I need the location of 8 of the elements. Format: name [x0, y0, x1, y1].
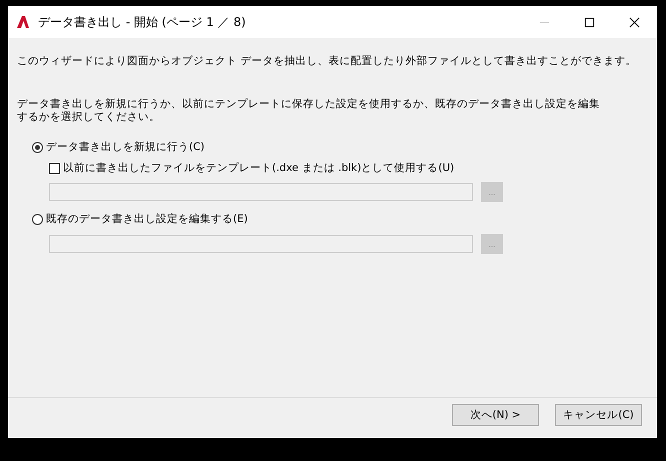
- intro-text: このウィザードにより図面からオブジェクト データを抽出し、表に配置したり外部ファイルとして書き出すことができます。: [17, 54, 638, 68]
- instruction-text: データ書き出しを新規に行うか、以前にテンプレートに保存した設定を使用するか、既存のデータ書き出し設定を編集するかを選択してください。: [17, 98, 601, 124]
- window-title: データ書き出し - 開始 (ページ 1 ／ 8): [38, 14, 246, 30]
- next-button[interactable]: 次へ(N) >: [452, 404, 539, 426]
- app-logo-icon: [16, 15, 30, 29]
- close-icon[interactable]: [629, 16, 640, 28]
- maximize-icon[interactable]: [584, 16, 595, 28]
- cancel-button[interactable]: キャンセル(C): [555, 404, 642, 426]
